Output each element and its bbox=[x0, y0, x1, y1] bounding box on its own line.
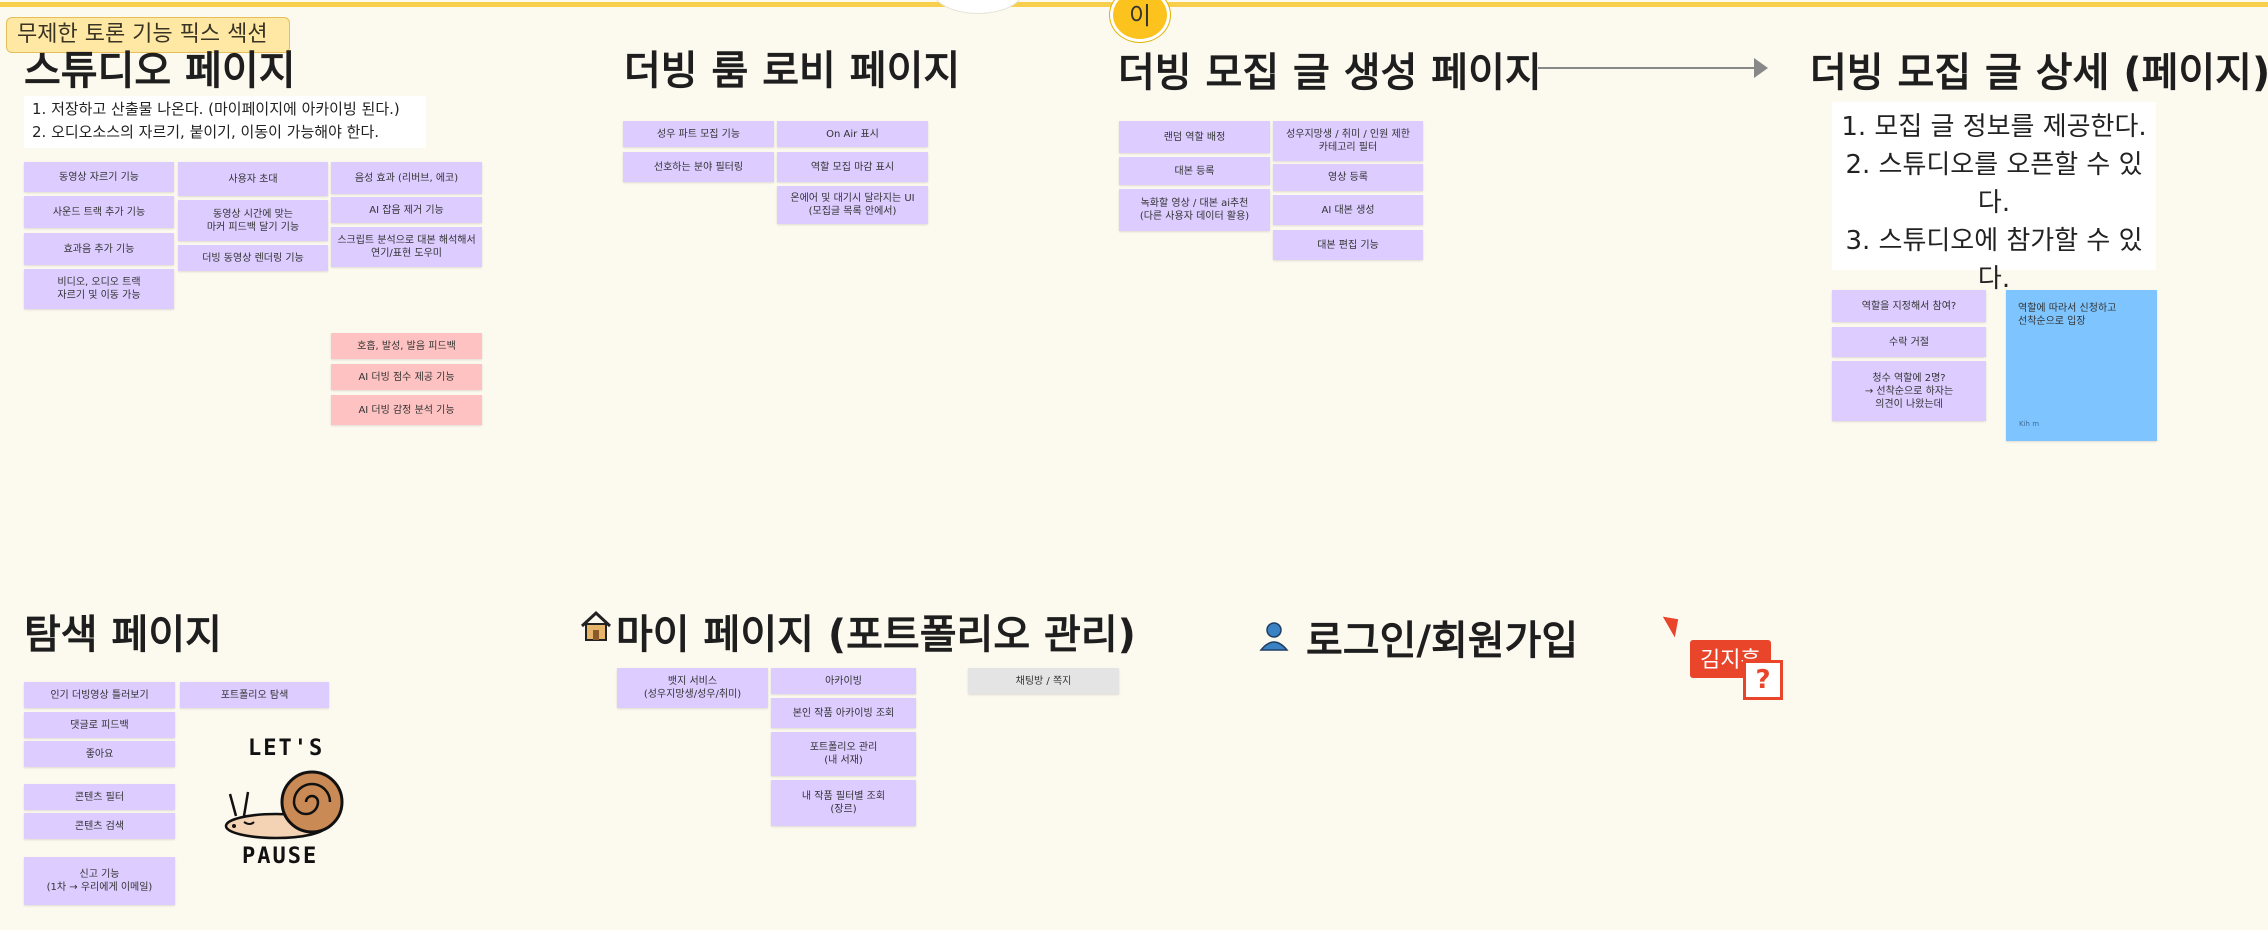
studio-title[interactable]: 스튜디오 페이지 bbox=[24, 38, 296, 96]
cursor-icon bbox=[1662, 610, 1686, 638]
sticky-note[interactable]: 대본 등록 bbox=[1119, 157, 1270, 185]
sticky-note[interactable]: 역할 모집 마감 표시 bbox=[777, 152, 928, 182]
mypage-title[interactable]: 마이 페이지 (포트폴리오 관리) bbox=[616, 602, 1136, 660]
explore-title[interactable]: 탐색 페이지 bbox=[24, 602, 222, 660]
sticky-note[interactable]: 온에어 및 대기시 달라지는 UI (모집글 목록 안에서) bbox=[777, 186, 928, 224]
sticky-note[interactable]: 포트폴리오 탐색 bbox=[180, 682, 329, 708]
house-icon bbox=[578, 608, 614, 648]
sticky-note[interactable]: 인기 더빙영상 틀러보기 bbox=[24, 682, 175, 708]
sticky-note[interactable]: 포트폴리오 관리 (내 서재) bbox=[771, 732, 916, 776]
collaborator-avatar[interactable] bbox=[932, 0, 1024, 14]
sticky-note[interactable]: 콘텐츠 필터 bbox=[24, 784, 175, 810]
blue-note-text: 역할에 따라서 신청하고 선착순으로 입장 bbox=[2018, 303, 2117, 327]
flow-arrow[interactable] bbox=[1538, 67, 1766, 69]
sticky-note[interactable]: 댓글로 피드백 bbox=[24, 712, 175, 738]
sticky-note[interactable]: 효과음 추가 기능 bbox=[24, 233, 174, 265]
snail-sticker[interactable]: LET'S PAUSE bbox=[224, 736, 354, 876]
sticky-note[interactable]: 콘텐츠 검색 bbox=[24, 813, 175, 839]
sticky-note[interactable]: AI 더빙 점수 제공 기능 bbox=[331, 364, 482, 390]
requirement-item: 2. 오디오소스의 자르기, 붙이기, 이동이 가능해야 한다. bbox=[32, 123, 380, 141]
recruit-detail-title[interactable]: 더빙 모집 글 상세 (페이지) bbox=[1810, 40, 2268, 98]
sticky-note[interactable]: On Air 표시 bbox=[777, 121, 928, 147]
sticky-note[interactable]: 신고 기능 (1차 → 우리에게 이메일) bbox=[24, 857, 175, 905]
sticky-note[interactable]: 좋아요 bbox=[24, 741, 175, 767]
snail-icon bbox=[224, 770, 344, 840]
sticky-note[interactable]: 비디오, 오디오 트랙 자르기 및 이동 가능 bbox=[24, 269, 174, 309]
sticky-note[interactable]: 사운드 트랙 추가 기능 bbox=[24, 196, 174, 228]
sticky-note[interactable]: 아카이빙 bbox=[771, 668, 916, 694]
sticky-note[interactable]: 영상 등록 bbox=[1273, 164, 1423, 191]
sticky-note[interactable]: 성우지망생 / 취미 / 인원 제한 카테고리 필터 bbox=[1273, 121, 1423, 161]
sticky-note[interactable]: 채팅방 / 쪽지 bbox=[968, 668, 1119, 694]
requirement-item: 1. 모집 글 정보를 제공한다. bbox=[1841, 112, 2147, 142]
collaborator-avatar-yi[interactable]: 이 bbox=[1110, 0, 1170, 42]
sticky-note[interactable]: AI 잡음 제거 기능 bbox=[331, 197, 482, 223]
sticky-note[interactable]: 대본 편집 기능 bbox=[1273, 230, 1423, 260]
sticky-note[interactable]: 역할을 지정해서 참여? bbox=[1832, 290, 1986, 322]
recruit-detail-requirements[interactable]: 1. 모집 글 정보를 제공한다. 2. 스튜디오를 오픈할 수 있다. 3. … bbox=[1832, 102, 2156, 294]
sticky-note[interactable]: 동영상 자르기 기능 bbox=[24, 162, 174, 192]
sticky-note[interactable]: AI 더빙 감정 분석 기능 bbox=[331, 395, 482, 425]
sticky-note[interactable]: 스크립트 분석으로 대본 해석해서 연기/표현 도우미 bbox=[331, 227, 482, 267]
sticky-note[interactable]: AI 대본 생성 bbox=[1273, 195, 1423, 225]
sticky-note[interactable]: 호흡, 발성, 발음 피드백 bbox=[331, 333, 482, 359]
lobby-title[interactable]: 더빙 룸 로비 페이지 bbox=[624, 38, 960, 96]
sticky-note[interactable]: 동영상 시간에 맞는 마커 피드백 달기 기능 bbox=[178, 200, 328, 241]
studio-requirements[interactable]: 1. 저장하고 산출물 나온다. (마이페이지에 아카이빙 된다.) 2. 오디… bbox=[24, 96, 426, 148]
sticky-note[interactable]: 본인 작품 아카이빙 조회 bbox=[771, 698, 916, 728]
sticky-note[interactable]: 더빙 동영상 렌더링 기능 bbox=[178, 245, 328, 271]
sticky-note[interactable]: 사용자 초대 bbox=[178, 162, 328, 196]
sticker-text-bottom: PAUSE bbox=[242, 844, 319, 869]
sticky-note[interactable]: 랜덤 역할 배정 bbox=[1119, 121, 1270, 153]
sticky-note[interactable]: 내 작품 필터별 조회 (장르) bbox=[771, 780, 916, 826]
user-icon bbox=[1258, 620, 1290, 656]
blue-sticky-note[interactable]: 역할에 따라서 신청하고 선착순으로 입장 bbox=[2006, 290, 2157, 441]
requirement-item: 2. 스튜디오를 오픈할 수 있다. bbox=[1845, 150, 2143, 218]
help-icon[interactable]: ? bbox=[1743, 660, 1783, 700]
arrow-head-icon bbox=[1754, 58, 1768, 78]
recruit-create-title[interactable]: 더빙 모집 글 생성 페이지 bbox=[1118, 40, 1542, 98]
note-author: Kih m bbox=[2019, 420, 2040, 428]
requirement-item: 1. 저장하고 산출물 나온다. (마이페이지에 아카이빙 된다.) bbox=[32, 100, 400, 118]
sticky-note[interactable]: 녹화할 영상 / 대본 ai추천 (다른 사용자 데이터 활용) bbox=[1119, 189, 1270, 231]
sticky-note[interactable]: 뱃지 서비스 (성우지망생/성우/취미) bbox=[617, 668, 768, 708]
sticky-note[interactable]: 수락 거절 bbox=[1832, 327, 1986, 357]
sticky-note[interactable]: 청수 역할에 2명? → 선착순으로 하자는 의견이 나왔는데 bbox=[1832, 361, 1986, 421]
requirement-item: 3. 스튜디오에 참가할 수 있다. bbox=[1845, 226, 2143, 294]
login-title[interactable]: 로그인/회원가입 bbox=[1306, 608, 1578, 666]
sticky-note[interactable]: 성우 파트 모집 기능 bbox=[623, 121, 774, 147]
sticker-text-top: LET'S bbox=[248, 736, 325, 761]
sticky-note[interactable]: 음성 효과 (리버브, 에코) bbox=[331, 162, 482, 194]
sticky-note[interactable]: 선호하는 분야 필터링 bbox=[623, 152, 774, 182]
